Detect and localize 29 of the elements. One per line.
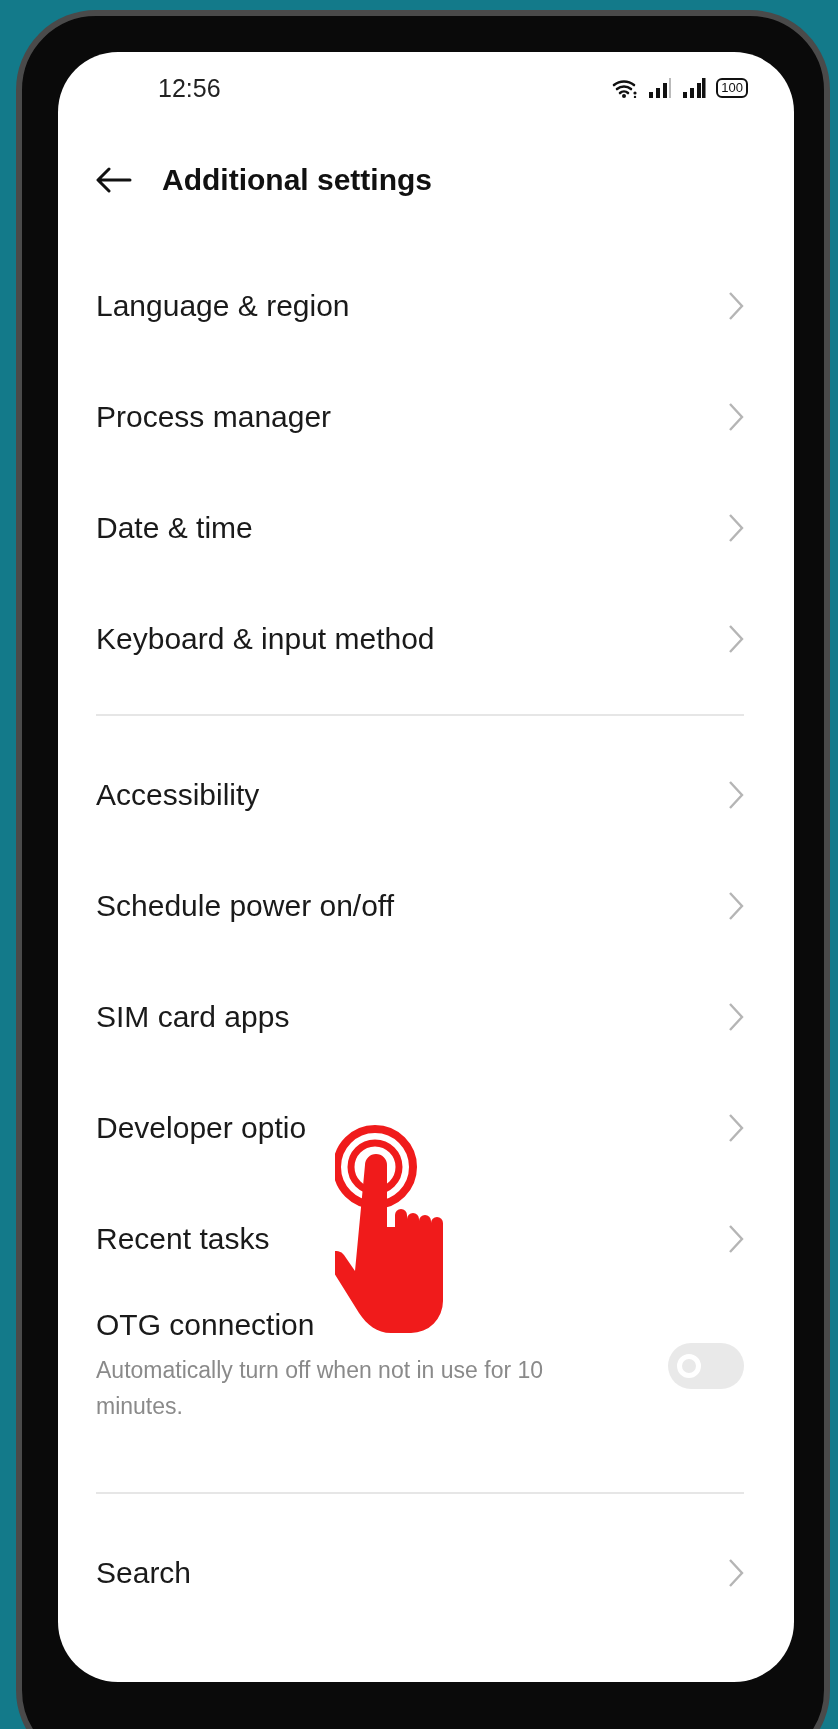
chevron-icon <box>728 779 744 810</box>
page-title: Additional settings <box>162 163 432 197</box>
status-time: 12:56 <box>158 73 221 103</box>
chevron-icon <box>728 623 744 654</box>
settings-item[interactable]: Process manager <box>58 361 794 472</box>
chevron-icon <box>728 401 744 432</box>
signal-icon <box>648 78 673 98</box>
settings-item[interactable]: Keyboard & input method <box>58 583 794 694</box>
chevron-icon <box>728 512 744 543</box>
setting-description: Automatically turn off when not in use for 10 minutes. <box>96 1356 545 1421</box>
back-button[interactable] <box>96 167 132 193</box>
setting-label: OTG connection <box>96 1308 316 1342</box>
settings-item[interactable]: Schedule power on/off <box>58 850 794 961</box>
chevron-icon <box>728 1223 744 1254</box>
battery-indicator: 100 <box>716 78 748 98</box>
signal-icon <box>682 78 707 98</box>
chevron-icon <box>728 1557 744 1588</box>
chevron-icon <box>728 890 744 921</box>
wifi-icon <box>612 78 639 98</box>
settings-item[interactable]: Developer optio <box>58 1072 794 1183</box>
chevron-icon <box>728 1001 744 1032</box>
settings-item[interactable]: Recent tasks <box>58 1183 794 1294</box>
chevron-icon <box>728 290 744 321</box>
settings-item[interactable]: Language & region <box>58 250 794 361</box>
chevron-icon <box>728 1112 744 1143</box>
settings-item[interactable]: Search <box>58 1517 794 1628</box>
settings-item[interactable]: Accessibility <box>58 739 794 850</box>
settings-item[interactable]: Date & time <box>58 472 794 583</box>
settings-item[interactable]: SIM card apps <box>58 961 794 1072</box>
